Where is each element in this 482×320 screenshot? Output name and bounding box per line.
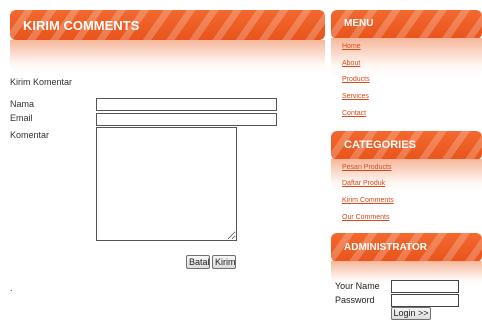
menu-item-products[interactable]: Products: [342, 76, 370, 83]
nama-input[interactable]: [96, 98, 277, 111]
email-label: Email: [10, 113, 33, 123]
category-item-kirim-comments[interactable]: Kirim Comments: [342, 197, 394, 204]
komentar-textarea[interactable]: [96, 127, 237, 241]
komentar-label: Komentar: [10, 130, 50, 140]
admin-title: ADMINISTRATOR: [344, 242, 427, 253]
main-header-title: KIRIM COMMENTS: [23, 18, 140, 33]
menu-title: MENU: [344, 18, 374, 29]
footer-dot: .: [10, 283, 13, 293]
categories-header-bar: CATEGORIES: [331, 131, 482, 160]
admin-name-label: Your Name: [335, 281, 380, 291]
form-title: Kirim Komentar: [10, 77, 73, 87]
login-button[interactable]: Login >>: [391, 307, 431, 320]
category-item-pesan-products[interactable]: Pesan Products: [342, 164, 391, 171]
main-header-shadow: [10, 40, 325, 74]
category-item-daftar-produk[interactable]: Daftar Produk: [342, 180, 385, 187]
admin-password-label: Password: [335, 295, 375, 305]
email-input[interactable]: [96, 113, 277, 126]
main-header-bar: KIRIM COMMENTS: [10, 10, 325, 40]
menu-header-bar: MENU: [331, 10, 482, 39]
admin-password-input[interactable]: [391, 294, 459, 307]
menu-item-services[interactable]: Services: [342, 93, 369, 100]
page: KIRIM COMMENTS Kirim Komentar Nama Email…: [0, 0, 482, 320]
nama-label: Nama: [10, 99, 35, 109]
admin-header-bar: ADMINISTRATOR: [331, 233, 482, 262]
category-item-our-comments[interactable]: Our Comments: [342, 214, 389, 221]
admin-name-input[interactable]: [391, 280, 459, 293]
batal-button[interactable]: Batal: [186, 255, 210, 269]
categories-title: CATEGORIES: [344, 139, 416, 151]
menu-item-about[interactable]: About: [342, 60, 360, 67]
menu-item-contact[interactable]: Contact: [342, 110, 366, 117]
menu-item-home[interactable]: Home: [342, 43, 361, 50]
kirim-button[interactable]: Kirim: [212, 255, 236, 269]
